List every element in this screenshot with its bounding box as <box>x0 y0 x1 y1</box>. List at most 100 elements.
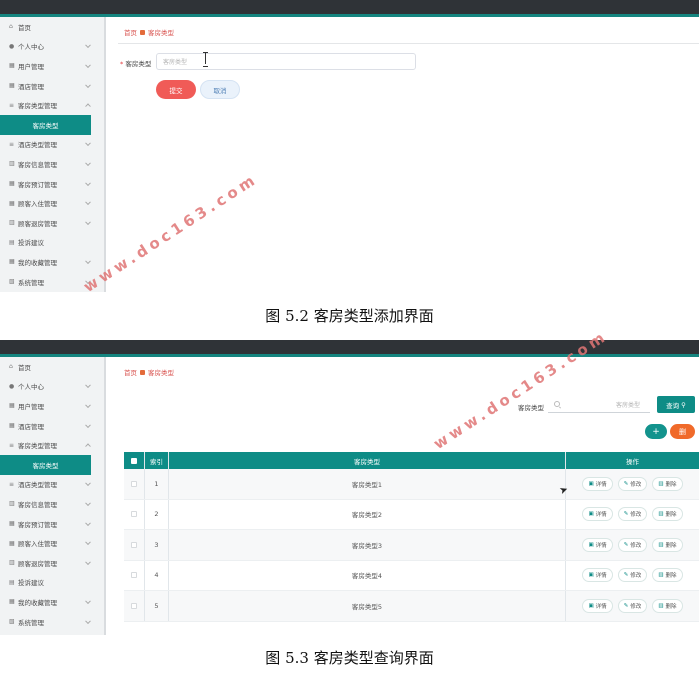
chevron-down-icon <box>85 258 91 264</box>
add-button[interactable]: + <box>645 424 667 439</box>
list-icon: ≡ <box>9 140 15 148</box>
trash-icon: ▥ <box>658 511 664 518</box>
sidebar-item-complaints[interactable]: ▤ 投诉建议 <box>0 233 104 253</box>
sidebar-item-hotel-type-mgmt[interactable]: ≡ 酒店类型管理 <box>0 135 104 155</box>
chevron-down-icon <box>85 179 91 186</box>
caption-list-screen: 图 5.3 客房类型查询界面 <box>265 649 434 667</box>
chevron-down-icon <box>85 160 91 166</box>
sidebar-item-users[interactable]: ▦ 用户管理 <box>0 396 104 416</box>
row-checkbox-cell <box>124 469 145 499</box>
chevron-down-icon <box>85 199 91 206</box>
edit-button[interactable]: ✎ 修改 <box>617 476 648 491</box>
chevron-down-icon <box>85 598 91 604</box>
table-row: 5 客房类型5 ▣ 详情 ✎ 修改 ▥ 删除 <box>124 591 699 622</box>
sidebar-item-checkin-mgmt[interactable]: ▦ 顾客入住管理 <box>0 193 104 213</box>
sidebar-item-users[interactable]: ▦ 用户管理 <box>0 56 104 76</box>
sidebar-item-checkout-mgmt[interactable]: ▥ 顾客退房管理 <box>0 553 104 573</box>
batch-delete-button[interactable]: 删 <box>670 424 695 439</box>
sidebar-item-favorites-mgmt[interactable]: ▦ 我的收藏管理 <box>0 252 104 272</box>
row-operations: ▣ 详情 ✎ 修改 ▥ 删除 <box>566 591 699 621</box>
row-index: 2 <box>145 499 169 529</box>
caption-add-screen: 图 5.2 客房类型添加界面 <box>265 307 434 325</box>
breadcrumb-home[interactable]: 首页 <box>124 367 137 377</box>
grid-icon: ▦ <box>9 199 15 207</box>
sidebar: ⌂ 首页 ● 个人中心 ▦ 用户管理 ▦ 酒店管理 ≡ 客房类型管理 客房类型 ≡ 酒店类型… <box>0 17 106 292</box>
delete-button[interactable]: ▥ 删除 <box>652 568 683 583</box>
row-checkbox-cell <box>124 560 145 590</box>
row-checkbox[interactable] <box>131 480 137 487</box>
sidebar-item-room-type[interactable]: 客房类型 <box>0 114 91 135</box>
sidebar-item-hotels[interactable]: ▦ 酒店管理 <box>0 76 104 96</box>
detail-button[interactable]: ▣ 详情 <box>582 476 613 491</box>
list-icon: ≡ <box>9 480 15 488</box>
row-index: 1 <box>145 469 169 499</box>
sidebar-item-room-info-mgmt[interactable]: ▥ 客房信息管理 <box>0 494 104 514</box>
sidebar-item-favorites-mgmt[interactable]: ▦ 我的收藏管理 <box>0 592 104 612</box>
home-icon: ⌂ <box>9 23 13 31</box>
row-index: 4 <box>145 560 169 590</box>
row-operations: ▣ 详情 ✎ 修改 ▥ 删除 <box>566 500 699 530</box>
sidebar-item-room-type-mgmt[interactable]: ≡ 客房类型管理 <box>0 435 104 455</box>
edit-button[interactable]: ✎ 修改 <box>617 568 648 583</box>
detail-button[interactable]: ▣ 详情 <box>582 537 613 552</box>
cancel-button[interactable]: 取消 <box>200 80 240 99</box>
chat-icon: ▤ <box>9 578 15 586</box>
table-row: 1 客房类型1 ▣ 详情 ✎ 修改 ▥ 删除 <box>124 469 699 500</box>
chevron-down-icon <box>85 617 91 624</box>
sidebar-item-home[interactable]: ⌂ 首页 <box>0 357 104 377</box>
sidebar-item-booking-mgmt[interactable]: ▦ 客房预订管理 <box>0 174 104 194</box>
room-type-placeholder: 客房类型 <box>163 59 188 66</box>
detail-button[interactable]: ▣ 详情 <box>582 568 613 583</box>
sidebar-item-system-mgmt[interactable]: ▧ 系统管理 <box>0 612 104 632</box>
row-checkbox-cell <box>124 499 145 529</box>
edit-button[interactable]: ✎ 修改 <box>617 598 648 613</box>
sidebar-item-checkin-mgmt[interactable]: ▦ 顾客入住管理 <box>0 533 104 553</box>
breadcrumb: 首页 客房类型 <box>124 367 174 377</box>
row-checkbox[interactable] <box>131 572 137 579</box>
chevron-down-icon <box>85 62 91 69</box>
row-checkbox[interactable] <box>131 541 137 548</box>
breadcrumb-separator-icon <box>140 29 145 35</box>
breadcrumb-home[interactable]: 首页 <box>124 27 137 37</box>
chevron-up-icon <box>85 103 91 110</box>
query-button[interactable]: 查询 ⚲ <box>657 396 695 413</box>
sidebar-item-room-type[interactable]: 客房类型 <box>0 454 91 475</box>
edit-button[interactable]: ✎ 修改 <box>617 507 648 522</box>
sidebar-item-booking-mgmt[interactable]: ▦ 客房预订管理 <box>0 514 104 534</box>
submit-button[interactable]: 提交 <box>156 80 196 99</box>
sidebar-item-hotels[interactable]: ▦ 酒店管理 <box>0 416 104 436</box>
sidebar-item-hotel-type-mgmt[interactable]: ≡ 酒店类型管理 <box>0 475 104 495</box>
delete-button[interactable]: ▥ 删除 <box>652 507 683 522</box>
trash-icon: ▥ <box>658 541 664 548</box>
search-label: 客房类型 <box>518 404 544 412</box>
sidebar-item-checkout-mgmt[interactable]: ▥ 顾客退房管理 <box>0 213 104 233</box>
sidebar-item-room-info-mgmt[interactable]: ▥ 客房信息管理 <box>0 154 104 174</box>
sidebar-item-complaints[interactable]: ▤ 投诉建议 <box>0 573 104 593</box>
header-operations: 操作 <box>626 457 639 466</box>
detail-button[interactable]: ▣ 详情 <box>582 598 613 613</box>
delete-button[interactable]: ▥ 删除 <box>652 537 683 552</box>
grid-icon: ▦ <box>9 402 15 410</box>
sidebar-item-home[interactable]: ⌂ 首页 <box>0 17 104 37</box>
delete-button[interactable]: ▥ 删除 <box>652 598 683 613</box>
search-input[interactable]: 客房类型 <box>548 396 650 413</box>
chevron-down-icon <box>85 480 91 487</box>
trash-icon: ▥ <box>658 572 664 579</box>
settings-icon: ▧ <box>9 618 15 626</box>
detail-icon: ▣ <box>588 602 594 609</box>
select-all-checkbox[interactable] <box>131 457 137 464</box>
row-checkbox[interactable] <box>131 602 137 609</box>
row-checkbox[interactable] <box>131 511 137 518</box>
breadcrumb-separator-icon <box>140 369 145 375</box>
chevron-down-icon <box>85 539 91 546</box>
room-type-input[interactable]: 客房类型 <box>156 53 416 70</box>
trash-icon: ▥ <box>658 480 664 487</box>
sidebar-item-profile[interactable]: ● 个人中心 <box>0 377 104 397</box>
sidebar-item-profile[interactable]: ● 个人中心 <box>0 37 104 57</box>
edit-button[interactable]: ✎ 修改 <box>617 537 648 552</box>
home-icon: ⌂ <box>9 363 13 371</box>
sidebar-item-room-type-mgmt[interactable]: ≡ 客房类型管理 <box>0 95 104 115</box>
row-operations: ▣ 详情 ✎ 修改 ▥ 删除 <box>566 469 699 499</box>
delete-button[interactable]: ▥ 删除 <box>652 476 683 491</box>
detail-button[interactable]: ▣ 详情 <box>582 507 613 522</box>
